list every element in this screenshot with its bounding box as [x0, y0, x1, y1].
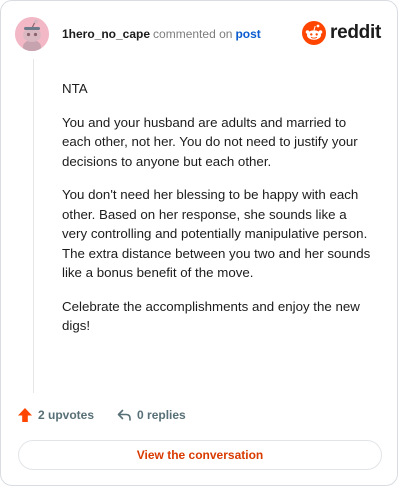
upvote-count: 2 upvotes	[38, 408, 95, 422]
post-link[interactable]: post	[235, 27, 260, 41]
reply-arrow-icon	[117, 409, 131, 421]
reddit-logo[interactable]: reddit	[302, 21, 381, 45]
comment-paragraph: You don't need her blessing to be happy …	[62, 187, 371, 280]
comment-paragraph: You and your husband are adults and marr…	[62, 114, 358, 169]
embedded-comment-card: 1hero_no_cape commented on post reddit NTA…	[0, 0, 398, 486]
comment-meta: 1hero_no_cape commented on post	[62, 26, 261, 42]
user-avatar[interactable]	[15, 17, 49, 51]
comment-paragraph: Celebrate the accomplishments and enjoy …	[62, 298, 360, 334]
comment-paragraph: NTA	[62, 81, 88, 96]
reddit-wordmark: reddit	[330, 22, 381, 43]
upvote-arrow-icon	[18, 408, 32, 422]
reddit-snoo-icon	[302, 21, 327, 45]
upvote-button[interactable]: 2 upvotes	[17, 407, 94, 423]
author-username[interactable]: 1hero_no_cape	[62, 27, 150, 41]
thread-line	[33, 59, 34, 393]
replies-button[interactable]: 0 replies	[116, 407, 186, 423]
snoo-avatar-icon	[15, 17, 49, 51]
view-conversation-button[interactable]: View the conversation	[18, 440, 382, 470]
commented-on-label: commented on	[153, 27, 233, 41]
comment-header: 1hero_no_cape commented on post reddit	[15, 17, 383, 51]
reply-count: 0 replies	[137, 408, 186, 422]
comment-actions: 2 upvotes 0 replies	[17, 405, 186, 425]
comment-body: NTA You and your husband are adults and …	[62, 79, 374, 350]
